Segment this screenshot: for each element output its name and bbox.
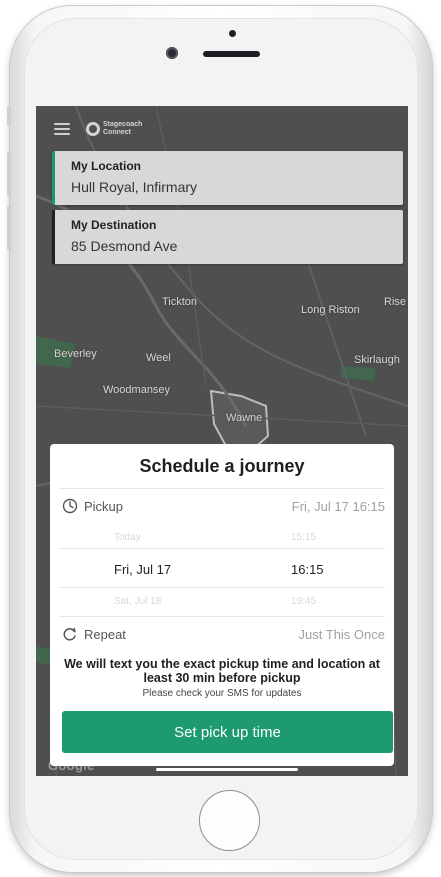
repeat-icon bbox=[63, 627, 76, 641]
picker-prev-option[interactable]: Today 15:15 bbox=[59, 532, 385, 546]
destination-title: My Destination bbox=[71, 218, 157, 232]
map-label: Rise bbox=[384, 296, 407, 308]
pickup-value: Fri, Jul 17 16:15 bbox=[291, 499, 385, 514]
proximity-sensor bbox=[229, 30, 236, 37]
clock-icon bbox=[62, 498, 78, 514]
mute-switch bbox=[7, 106, 11, 126]
top-bar: Stagecoach Connect bbox=[36, 118, 236, 140]
front-camera bbox=[166, 47, 178, 59]
picker-next-time: 19:45 bbox=[291, 596, 317, 607]
destination-field[interactable]: My Destination 85 Desmond Ave bbox=[52, 210, 403, 264]
map-label: Skirlaugh bbox=[354, 354, 400, 366]
sheet-title: Schedule a journey bbox=[139, 456, 305, 476]
home-button[interactable] bbox=[199, 790, 260, 851]
sms-notice-subtext: Please check your SMS for updates bbox=[142, 688, 302, 699]
map-label: Tickton bbox=[162, 296, 198, 308]
map-label: Wawne bbox=[226, 412, 263, 424]
brand-logo bbox=[86, 122, 100, 136]
repeat-label: Repeat bbox=[84, 627, 126, 642]
volume-down-button bbox=[7, 206, 11, 250]
app-screen: Beverley Woodmansey Wawne Tickton Long R… bbox=[36, 106, 408, 776]
origin-field[interactable]: My Location Hull Royal, Infirmary bbox=[52, 151, 403, 205]
volume-up-button bbox=[7, 152, 11, 196]
picker-next-option[interactable]: Sat, Jul 18 19:45 bbox=[59, 596, 385, 610]
hamburger-menu-icon[interactable] bbox=[54, 123, 70, 135]
picker-selected-time: 16:15 bbox=[291, 562, 324, 577]
picker-prev-time: 15:15 bbox=[291, 532, 317, 543]
schedule-sheet: Schedule a journey Pickup Fri, Jul 17 16… bbox=[50, 444, 394, 766]
picker-prev-date: Today bbox=[114, 532, 141, 543]
map-label: Long Riston bbox=[301, 304, 360, 316]
set-pickup-time-button[interactable]: Set pick up time bbox=[62, 711, 393, 753]
home-indicator bbox=[156, 768, 298, 771]
map-label: Woodmansey bbox=[103, 384, 171, 396]
origin-value: Hull Royal, Infirmary bbox=[71, 179, 198, 195]
pickup-label: Pickup bbox=[84, 499, 124, 514]
pickup-row[interactable]: Pickup Fri, Jul 17 16:15 bbox=[59, 488, 385, 522]
earpiece-speaker bbox=[203, 51, 260, 57]
origin-title: My Location bbox=[71, 159, 142, 173]
map-label: Beverley bbox=[54, 348, 97, 360]
picker-selected-option[interactable]: Fri, Jul 17 16:15 bbox=[59, 562, 385, 580]
picker-selected-date: Fri, Jul 17 bbox=[114, 562, 172, 577]
picker-next-date: Sat, Jul 18 bbox=[114, 596, 162, 607]
repeat-value: Just This Once bbox=[298, 627, 385, 642]
map-label: Weel bbox=[146, 352, 171, 364]
sms-notice: We will text you the exact pickup time a… bbox=[64, 657, 380, 685]
repeat-row[interactable]: Repeat Just This Once bbox=[59, 616, 385, 650]
brand-name: Stagecoach Connect bbox=[103, 121, 143, 136]
destination-value: 85 Desmond Ave bbox=[71, 238, 178, 254]
